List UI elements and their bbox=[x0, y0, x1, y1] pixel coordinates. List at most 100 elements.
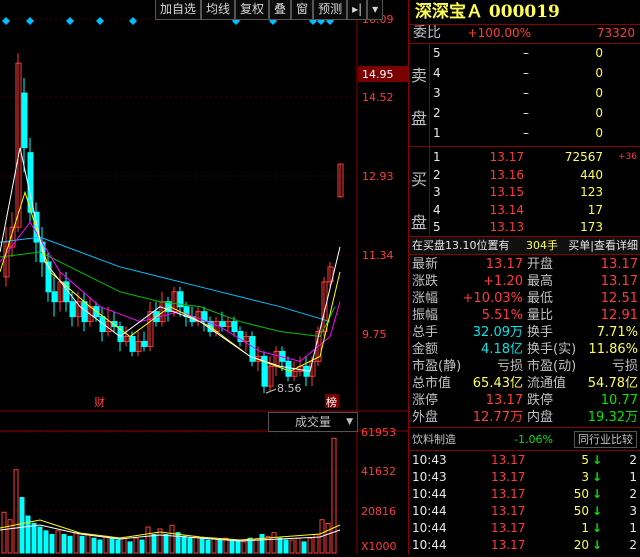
toolbar-dropdown-icon[interactable]: ▾ bbox=[367, 0, 384, 20]
stat-value: 54.78亿 bbox=[587, 376, 638, 391]
volume-indicator-select[interactable]: 成交量 ▼ bbox=[268, 412, 358, 432]
adjust-price-button[interactable]: 复权 bbox=[235, 0, 270, 20]
ask-volume: 0 bbox=[595, 86, 603, 100]
volume-bar bbox=[145, 526, 151, 554]
stat-value: 32.09万 bbox=[472, 325, 523, 340]
stat-value: 12.91 bbox=[600, 308, 638, 323]
order-info-bar[interactable]: 在买盘13.10位置有 304手 买单|查看详细 bbox=[409, 236, 640, 255]
bid-price: 13.17 bbox=[489, 150, 524, 164]
stat-row: 涨幅 +10.03% 最低 12.51 bbox=[409, 290, 640, 307]
volume-bar bbox=[73, 532, 79, 554]
volume-bar bbox=[43, 530, 49, 554]
ask-price: – bbox=[523, 106, 529, 120]
divider bbox=[409, 427, 640, 428]
ask-volume: 0 bbox=[595, 106, 603, 120]
bid-row: 2 13.16 440 bbox=[409, 167, 640, 184]
stat-label: 换手(实) bbox=[527, 342, 577, 357]
stat-value: 4.18亿 bbox=[481, 342, 523, 357]
stat-label: 内盘 bbox=[527, 410, 554, 425]
bid-level: 1 bbox=[433, 150, 441, 164]
down-arrow-icon: ↓ bbox=[592, 504, 603, 518]
bid-volume: 123 bbox=[580, 185, 603, 199]
ask-volume: 0 bbox=[595, 126, 603, 140]
weibi-row: 委比 +100.00% 73320 bbox=[409, 25, 640, 42]
window-button[interactable]: 窗 bbox=[291, 0, 314, 20]
tick-volume: 5 bbox=[581, 453, 589, 467]
tick-price: 13.17 bbox=[491, 453, 526, 467]
bid-volume: 72567 bbox=[564, 150, 603, 164]
down-arrow-icon: ↓ bbox=[592, 470, 603, 484]
volume-bar bbox=[121, 537, 127, 554]
volume-bar bbox=[25, 515, 31, 554]
overlay-button[interactable]: 叠 bbox=[269, 0, 292, 20]
candle-body bbox=[51, 291, 58, 303]
tick-count: 3 bbox=[629, 504, 637, 518]
tick-count: 1 bbox=[629, 470, 637, 484]
stat-label: 换手 bbox=[527, 325, 554, 340]
moving-average-button[interactable]: 均线 bbox=[201, 0, 236, 20]
volume-bar bbox=[265, 535, 271, 554]
volume-tick-label: 20816 bbox=[361, 505, 396, 518]
volume-bar bbox=[1, 511, 7, 554]
candle-body bbox=[141, 340, 148, 347]
kline-chart[interactable]: 16.0914.5212.9311.349.7514.9561953416322… bbox=[0, 0, 408, 554]
tick-row: 10:44 13.17 50 ↓ 3 bbox=[409, 503, 640, 520]
stat-value: 13.17 bbox=[485, 257, 523, 272]
tick-time: 10:44 bbox=[412, 538, 447, 552]
ask-level: 4 bbox=[433, 66, 441, 80]
ask-level: 5 bbox=[433, 46, 441, 60]
stat-label: 涨幅 bbox=[412, 291, 439, 306]
volume-indicator-label: 成交量 bbox=[294, 415, 331, 429]
stat-row: 最新 13.17 开盘 13.17 bbox=[409, 256, 640, 273]
add-watchlist-button[interactable]: 加自选 bbox=[155, 0, 202, 20]
volume-bar bbox=[61, 534, 67, 554]
tick-price: 13.17 bbox=[491, 487, 526, 501]
bid-price: 13.15 bbox=[489, 185, 524, 199]
ask-row: 2 – 0 bbox=[409, 105, 640, 122]
volume-bar bbox=[79, 535, 85, 554]
bid-row: 4 13.14 17 bbox=[409, 202, 640, 219]
volume-bar bbox=[253, 539, 259, 554]
weibi-label: 委比 bbox=[413, 25, 441, 41]
tick-price: 13.17 bbox=[491, 470, 526, 484]
event-marker-icon bbox=[26, 17, 34, 25]
stat-row: 总市值 65.43亿 流通值 54.78亿 bbox=[409, 375, 640, 392]
bid-volume: 440 bbox=[580, 167, 603, 182]
expand-arrow-icon[interactable]: ▸| bbox=[347, 0, 368, 20]
volume-bar bbox=[109, 537, 115, 554]
stat-label: 量比 bbox=[527, 308, 554, 323]
industry-compare-button[interactable]: 同行业比较 bbox=[574, 431, 637, 448]
forecast-button[interactable]: 预测 bbox=[313, 0, 348, 20]
order-info-text: 在买盘13.10位置有 bbox=[412, 239, 510, 252]
candle-body bbox=[219, 321, 226, 328]
tick-count: 2 bbox=[629, 453, 637, 467]
volume-bar bbox=[181, 535, 187, 554]
ask-row: 4 – 0 bbox=[409, 65, 640, 82]
bid-price: 13.16 bbox=[489, 167, 524, 182]
stat-value: +10.03% bbox=[462, 291, 523, 306]
volume-bar bbox=[31, 522, 37, 554]
volume-bar bbox=[277, 537, 283, 554]
volume-bar bbox=[103, 535, 109, 554]
volume-bar bbox=[331, 437, 337, 554]
event-marker-label: 榜 bbox=[326, 395, 337, 409]
event-marker-icon bbox=[66, 17, 74, 25]
price-tick-label: 12.93 bbox=[362, 170, 394, 183]
price-tick-label: 14.52 bbox=[362, 91, 394, 104]
volume-bar bbox=[151, 534, 157, 554]
volume-bar bbox=[19, 497, 25, 554]
volume-bar bbox=[235, 539, 241, 554]
stat-label: 最低 bbox=[527, 291, 554, 306]
volume-bar bbox=[175, 532, 181, 554]
ask-price: – bbox=[523, 66, 529, 80]
stat-label: 振幅 bbox=[412, 308, 439, 323]
stat-value: 13.17 bbox=[485, 393, 523, 408]
bid-change: +36 bbox=[618, 152, 637, 162]
stat-value: 5.51% bbox=[481, 308, 523, 323]
volume-bar bbox=[97, 539, 103, 554]
tick-time: 10:43 bbox=[412, 470, 447, 484]
stat-value: 11.86% bbox=[588, 342, 638, 357]
order-detail-link[interactable]: 买单|查看详细 bbox=[568, 237, 638, 254]
stat-row: 涨停 13.17 跌停 10.77 bbox=[409, 392, 640, 409]
kline-chart-area[interactable]: 16.0914.5212.9311.349.7514.9561953416322… bbox=[0, 0, 408, 554]
